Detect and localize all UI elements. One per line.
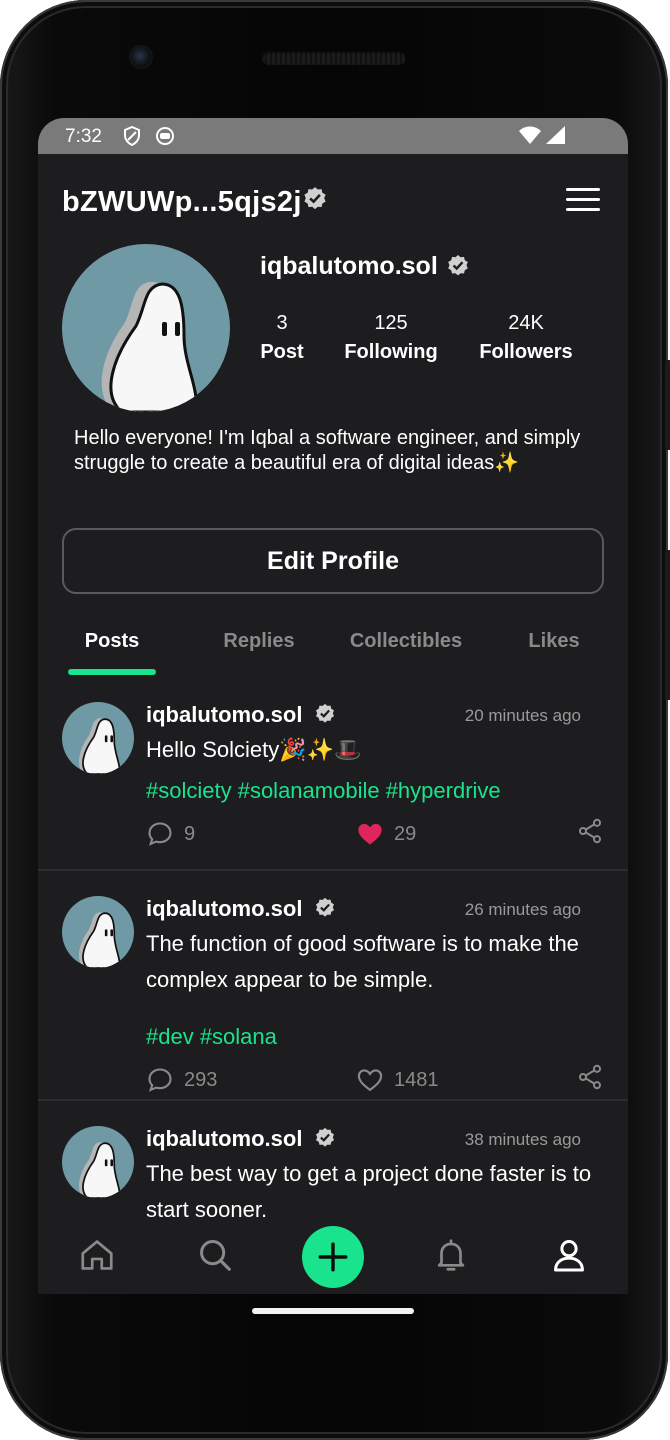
ghost-avatar-image [79, 1142, 121, 1198]
post-avatar[interactable] [62, 702, 134, 774]
post-timestamp: 38 minutes ago [464, 1130, 581, 1149]
post-text: The function of good software is to make… [146, 931, 579, 992]
home-indicator[interactable] [252, 1308, 414, 1314]
comment-icon [148, 822, 172, 846]
comment-icon [148, 1068, 172, 1092]
app-screen: 7:32 bZWUWp...5qjs2j iqbalutomo.sol 3 Po… [38, 118, 628, 1294]
front-camera [131, 47, 151, 67]
create-post-button[interactable] [302, 1226, 364, 1288]
heart-icon [357, 1069, 383, 1092]
profile-name-text: iqbalutomo.sol [260, 252, 438, 280]
post-username[interactable]: iqbalutomo.sol [146, 702, 302, 728]
tab-replies[interactable]: Replies [199, 630, 319, 653]
stat-followers-count: 24K [508, 312, 544, 334]
profile-avatar[interactable] [62, 244, 230, 412]
like-button[interactable]: 1481 [356, 1066, 439, 1094]
post-username[interactable]: iqbalutomo.sol [146, 1126, 302, 1152]
stat-following-label: Following [344, 341, 438, 363]
status-time: 7:32 [65, 126, 102, 147]
edit-profile-button[interactable]: Edit Profile [62, 528, 604, 594]
stat-posts-label: Post [260, 341, 304, 363]
status-bar: 7:32 [38, 118, 628, 154]
phone-frame: 7:32 bZWUWp...5qjs2j iqbalutomo.sol 3 Po… [0, 0, 670, 1440]
post-username[interactable]: iqbalutomo.sol [146, 896, 302, 922]
post-timestamp: 20 minutes ago [464, 706, 581, 725]
like-count: 1481 [394, 1068, 439, 1091]
verified-icon [316, 703, 334, 723]
stat-following[interactable]: 125 Following [336, 312, 446, 364]
post-item[interactable]: iqbalutomo.sol 26 minutes ago The functi… [38, 896, 628, 1096]
comment-count: 293 [184, 1068, 218, 1091]
post-text: The best way to get a project done faste… [146, 1161, 592, 1218]
wallet-address: bZWUWp...5qjs2j [62, 186, 302, 218]
post-avatar[interactable] [62, 1126, 134, 1198]
phone-side-button [665, 360, 670, 450]
post-item[interactable]: iqbalutomo.sol 20 minutes ago Hello Solc… [38, 702, 628, 872]
stat-following-count: 125 [374, 312, 408, 334]
post-item[interactable]: iqbalutomo.sol 38 minutes ago The best w… [38, 1126, 628, 1218]
ghost-avatar-image [79, 718, 121, 774]
share-icon[interactable] [576, 816, 604, 846]
plus-icon [318, 1242, 348, 1272]
active-tab-indicator [68, 669, 156, 675]
stat-followers[interactable]: 24K Followers [468, 312, 584, 364]
comment-count: 9 [184, 822, 196, 845]
stat-posts-count: 3 [276, 312, 288, 334]
share-icon[interactable] [576, 1062, 604, 1092]
like-count: 29 [394, 822, 417, 845]
search-icon[interactable] [196, 1236, 234, 1274]
verified-icon [448, 255, 468, 276]
android-icon [156, 127, 174, 145]
verified-icon [316, 897, 334, 917]
stat-posts[interactable]: 3 Post [242, 312, 322, 364]
heart-icon [358, 823, 382, 845]
wifi-icon [519, 126, 541, 144]
top-bar: bZWUWp...5qjs2j [62, 180, 604, 220]
like-button[interactable]: 29 [356, 820, 416, 848]
post-hashtags[interactable]: #dev #solana [146, 1024, 277, 1050]
tab-likes[interactable]: Likes [494, 630, 614, 653]
stat-followers-label: Followers [479, 341, 573, 363]
comment-button[interactable]: 9 [146, 820, 195, 848]
home-icon[interactable] [78, 1236, 116, 1274]
post-avatar[interactable] [62, 896, 134, 968]
tab-posts[interactable]: Posts [52, 630, 172, 653]
post-timestamp: 26 minutes ago [464, 900, 581, 919]
earpiece-speaker [262, 51, 406, 65]
phone-volume-button [665, 550, 670, 700]
comment-button[interactable]: 293 [146, 1066, 217, 1094]
bell-icon[interactable] [432, 1236, 470, 1274]
verified-icon [316, 1127, 334, 1147]
bottom-navigation [38, 1218, 628, 1294]
profile-bio: Hello everyone! I'm Iqbal a software eng… [74, 427, 581, 474]
signal-icon [546, 126, 565, 144]
tab-collectibles[interactable]: Collectibles [346, 630, 466, 653]
user-icon[interactable] [550, 1236, 588, 1274]
menu-icon[interactable] [566, 188, 600, 214]
post-text: Hello Solciety🎉✨🎩 [146, 737, 362, 762]
ghost-avatar-image [101, 281, 198, 412]
post-divider [38, 1099, 628, 1101]
shield-icon [124, 126, 140, 146]
verified-icon [304, 187, 326, 210]
profile-name: iqbalutomo.sol [260, 252, 438, 281]
post-divider [38, 869, 628, 871]
ghost-avatar-image [79, 912, 121, 968]
post-hashtags[interactable]: #solciety #solanamobile #hyperdrive [146, 778, 501, 804]
